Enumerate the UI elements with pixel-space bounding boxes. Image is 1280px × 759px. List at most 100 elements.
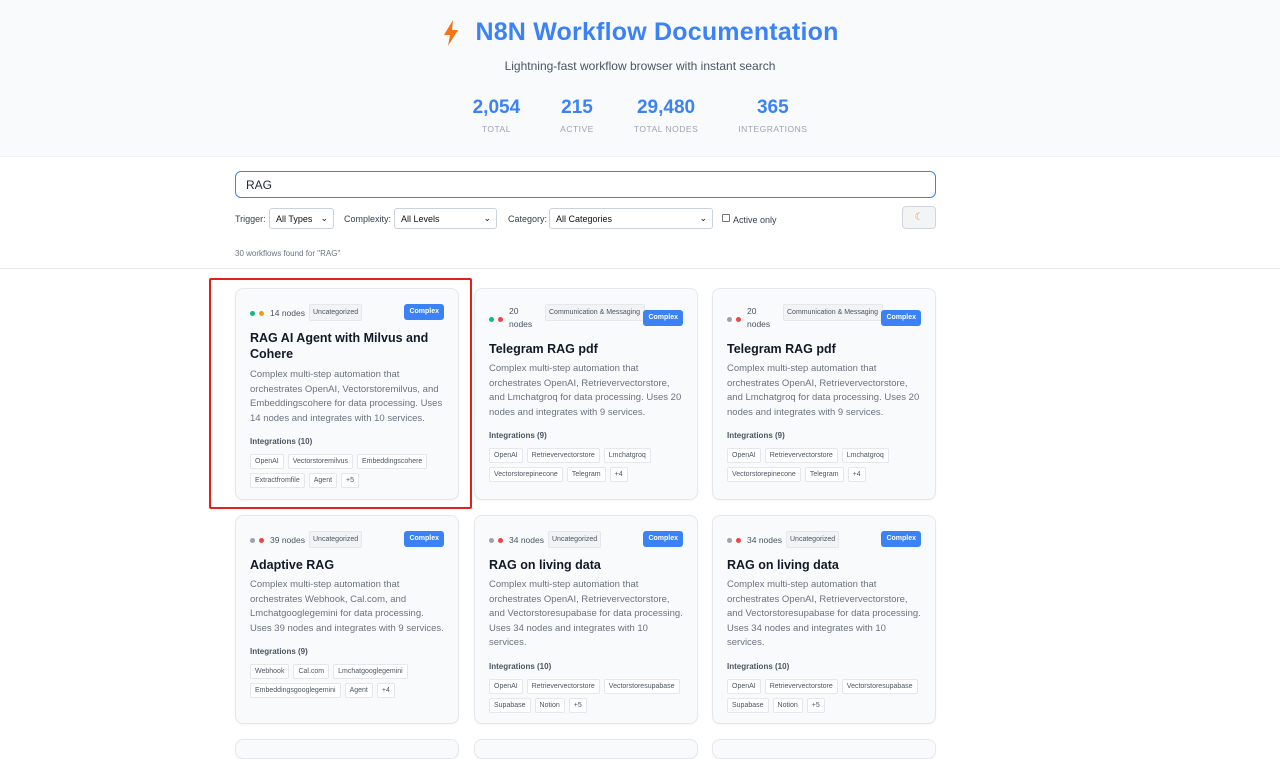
active-only-label: Active only: [733, 215, 777, 225]
integration-tags: OpenAI Retrievervectorstore Vectorstores…: [727, 679, 925, 713]
card-header: 20 nodes Communication & Messaging Compl…: [727, 303, 921, 330]
stat-total-nodes: 29,480 TOTAL NODES: [614, 97, 718, 134]
stat-total: 2,054 TOTAL: [453, 97, 541, 134]
workflow-title[interactable]: Telegram RAG pdf: [489, 341, 683, 357]
workflow-title[interactable]: Adaptive RAG: [250, 557, 444, 573]
integration-tag: Notion: [772, 698, 803, 713]
category-select[interactable]: All Categories ⌄: [549, 208, 713, 229]
integration-tag: Vectorstoresupabase: [841, 679, 918, 694]
complexity-status-dot: [498, 538, 503, 543]
complexity-select-value: All Levels: [401, 214, 440, 224]
stat-label: ACTIVE: [560, 124, 594, 134]
category-tag: Communication & Messaging: [783, 304, 883, 321]
card-header: 34 nodes Uncategorized Complex: [489, 530, 683, 557]
integration-tag: Notion: [534, 698, 565, 713]
stat-value: 215: [561, 97, 593, 118]
stat-value: 2,054: [472, 97, 521, 118]
integration-tag: Vectorstorepinecone: [727, 467, 801, 482]
status-dots: [489, 538, 503, 543]
workflow-card[interactable]: 20 nodes Communication & Messaging Compl…: [712, 288, 936, 500]
active-only-checkbox[interactable]: [722, 214, 730, 222]
integration-tag: Vectorstoresupabase: [603, 679, 680, 694]
workflow-card[interactable]: 39 nodes Uncategorized Complex Adaptive …: [235, 515, 459, 724]
workflow-title[interactable]: RAG on living data: [727, 557, 921, 573]
trigger-label: Trigger:: [235, 214, 266, 224]
workflow-description: Complex multi-step automation that orche…: [250, 579, 444, 634]
integration-tag: Telegram: [804, 467, 844, 482]
integration-tag: Retrievervectorstore: [526, 679, 600, 694]
complexity-badge: Complex: [404, 531, 444, 547]
search-input[interactable]: [235, 171, 936, 198]
trigger-select[interactable]: All Types ⌄: [269, 208, 334, 229]
category-tag: Communication & Messaging: [545, 304, 645, 321]
node-count: 20 nodes: [747, 306, 771, 329]
trigger-status-dot: [489, 538, 494, 543]
workflow-title[interactable]: Telegram RAG pdf: [727, 341, 921, 357]
integration-tag: OpenAI: [250, 454, 284, 469]
workflow-card[interactable]: [474, 739, 698, 759]
complexity-select[interactable]: All Levels ⌄: [394, 208, 497, 229]
stat-label: TOTAL NODES: [633, 124, 699, 134]
integration-tag: OpenAI: [489, 448, 523, 463]
category-select-value: All Categories: [556, 214, 613, 224]
integrations-label: Integrations (9): [727, 431, 785, 440]
complexity-badge: Complex: [881, 310, 921, 326]
complexity-status-dot: [736, 538, 741, 543]
category-tag: Uncategorized: [309, 531, 363, 548]
workflow-card[interactable]: 34 nodes Uncategorized Complex RAG on li…: [712, 515, 936, 724]
integration-tag: Extractfromfile: [250, 473, 305, 488]
workflow-description: Complex multi-step automation that orche…: [727, 363, 920, 418]
chevron-down-icon: ⌄: [483, 213, 491, 223]
integration-more-tag: +5: [806, 698, 825, 713]
integrations-label: Integrations (10): [489, 662, 552, 671]
node-count: 14 nodes: [270, 308, 305, 318]
integration-tag: Agent: [308, 473, 338, 488]
node-count: 39 nodes: [270, 535, 305, 545]
chevron-down-icon: ⌄: [699, 213, 707, 223]
stat-value: 365: [756, 97, 789, 118]
page-title: N8N Workflow Documentation: [475, 18, 839, 46]
complexity-badge: Complex: [881, 531, 921, 547]
integration-tag: Vectorstoremilvus: [287, 454, 353, 469]
integration-tag: Lmchatgroq: [841, 448, 889, 463]
node-count: 20 nodes: [509, 306, 533, 329]
workflow-title[interactable]: RAG on living data: [489, 557, 683, 573]
complexity-badge: Complex: [404, 304, 444, 320]
workflow-card[interactable]: [235, 739, 459, 759]
workflow-title[interactable]: RAG AI Agent with Milvus and Cohere: [250, 330, 444, 362]
complexity-label: Complexity:: [344, 214, 392, 224]
integration-tag: OpenAI: [727, 679, 761, 694]
integrations-label: Integrations (9): [250, 647, 308, 656]
workflow-description: Complex multi-step automation that orche…: [727, 579, 921, 648]
page-header: N8N Workflow Documentation Lightning-fas…: [0, 0, 1280, 157]
moon-icon: ☾: [914, 212, 924, 223]
stat-label: TOTAL: [481, 124, 511, 134]
stats-bar: 2,054 TOTAL 215 ACTIVE 29,480 TOTAL NODE…: [0, 97, 1280, 134]
stat-integrations: 365 INTEGRATIONS: [718, 97, 827, 134]
workflow-card[interactable]: 34 nodes Uncategorized Complex RAG on li…: [474, 515, 698, 724]
workflow-card[interactable]: 20 nodes Communication & Messaging Compl…: [474, 288, 698, 500]
integration-tag: Supabase: [489, 698, 531, 713]
workflow-card[interactable]: 14 nodes Uncategorized Complex RAG AI Ag…: [235, 288, 459, 500]
lightning-bolt-icon: [444, 19, 459, 46]
filter-row: Trigger: All Types ⌄ Complexity: All Lev…: [235, 206, 936, 230]
category-tag: Uncategorized: [548, 531, 602, 548]
integration-tags: OpenAI Retrievervectorstore Vectorstores…: [489, 679, 687, 713]
integration-tag: Embeddingscohere: [357, 454, 428, 469]
integration-tag: Embeddingsgooglegemini: [250, 683, 341, 698]
integration-tag: Retrievervectorstore: [764, 679, 838, 694]
trigger-status-dot: [489, 317, 494, 322]
status-dots: [489, 317, 503, 322]
complexity-badge: Complex: [643, 310, 683, 326]
page-subtitle: Lightning-fast workflow browser with ins…: [504, 59, 776, 73]
search-controls: Trigger: All Types ⌄ Complexity: All Lev…: [0, 157, 1280, 269]
category-tag: Uncategorized: [786, 531, 840, 548]
complexity-status-dot: [259, 538, 264, 543]
integration-tags: OpenAI Vectorstoremilvus Embeddingscoher…: [250, 454, 448, 488]
workflow-card[interactable]: [712, 739, 936, 759]
category-tag: Uncategorized: [309, 304, 363, 321]
theme-toggle-button[interactable]: ☾: [902, 206, 936, 229]
status-dots: [727, 538, 741, 543]
integration-tag: Agent: [344, 683, 373, 698]
integration-tags: OpenAI Retrievervectorstore Lmchatgroq V…: [727, 448, 925, 482]
